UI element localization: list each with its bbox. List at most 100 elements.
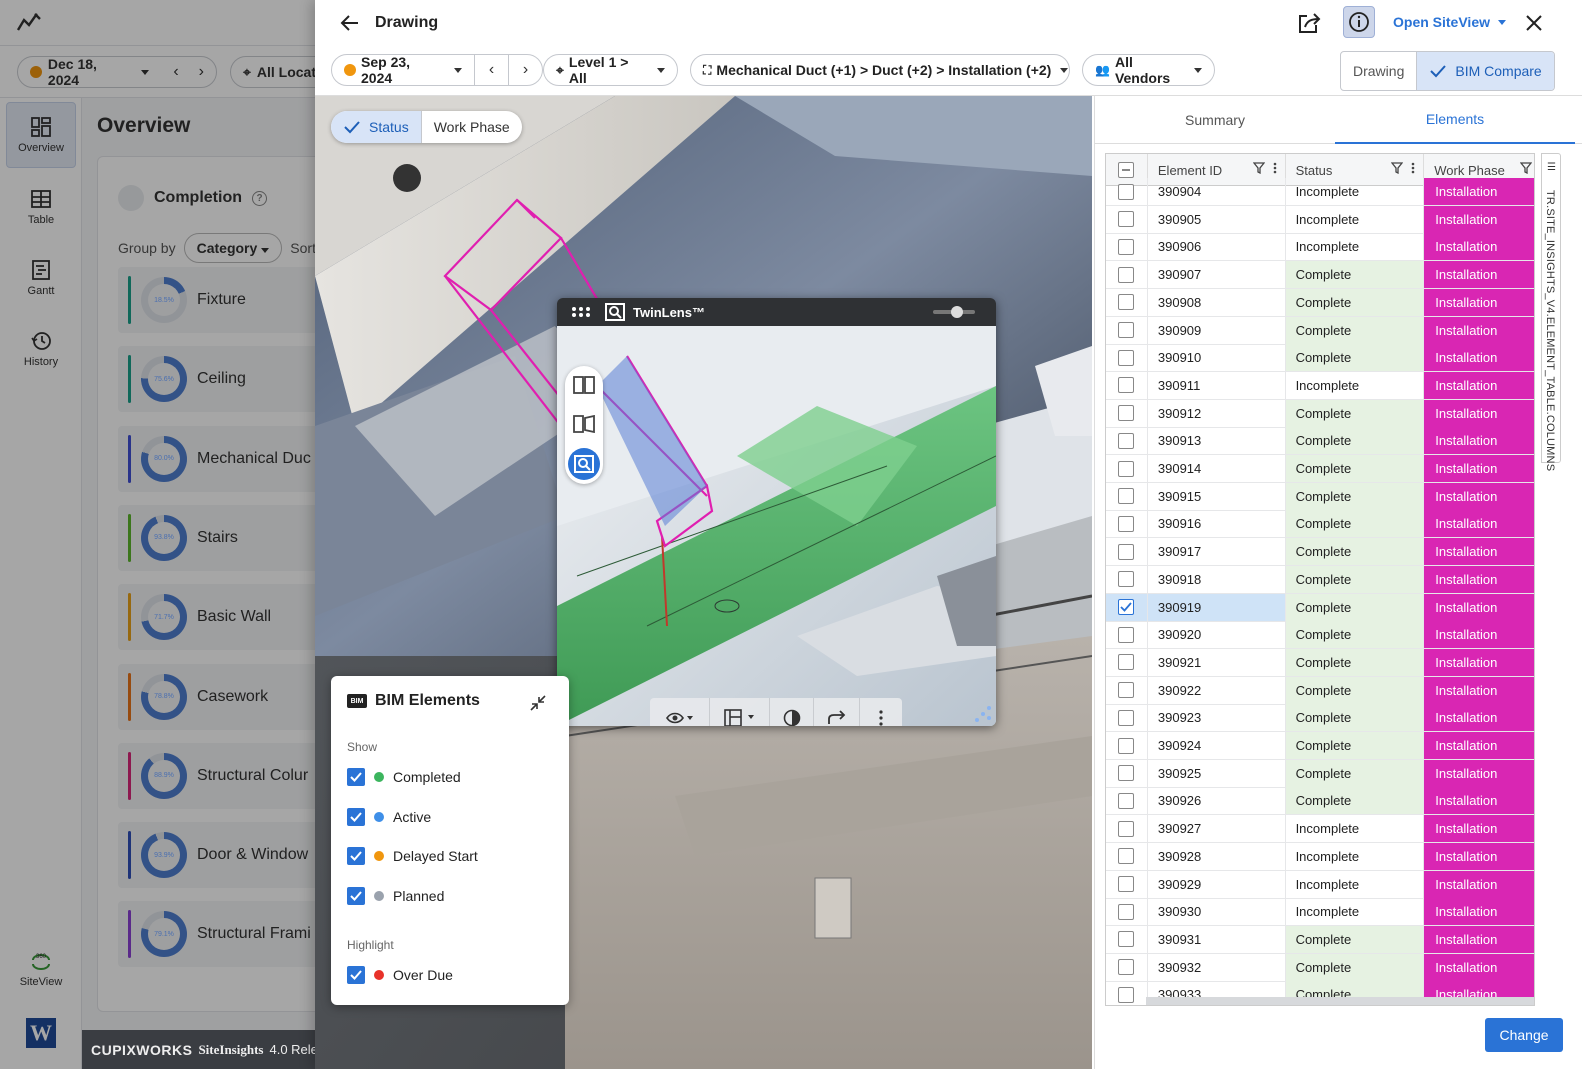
row-checkbox[interactable] xyxy=(1118,765,1135,782)
row-checkbox[interactable] xyxy=(1118,959,1135,976)
opacity-slider-handle[interactable] xyxy=(951,306,963,318)
mode-drawing[interactable]: Drawing xyxy=(1341,52,1416,90)
row-checkbox[interactable] xyxy=(1118,488,1135,505)
level-filter[interactable]: ⌖ Level 1 > All xyxy=(543,54,678,86)
table-row[interactable]: 390923 Complete Installation xyxy=(1106,704,1534,733)
table-row[interactable]: 390919 Complete Installation xyxy=(1106,593,1534,622)
table-row[interactable]: 390921 Complete Installation xyxy=(1106,648,1534,677)
row-checkbox[interactable] xyxy=(1118,654,1135,671)
table-row[interactable]: 390927 Incomplete Installation xyxy=(1106,815,1534,844)
table-row[interactable]: 390922 Complete Installation xyxy=(1106,676,1534,705)
row-checkbox[interactable] xyxy=(1118,405,1135,422)
table-row[interactable]: 390904 Incomplete Installation xyxy=(1106,178,1534,206)
row-checkbox[interactable] xyxy=(1118,543,1135,560)
horizontal-scrollbar[interactable] xyxy=(1146,997,1534,1005)
row-checkbox[interactable] xyxy=(1118,848,1135,865)
table-row[interactable]: 390928 Incomplete Installation xyxy=(1106,842,1534,871)
legend-checkbox[interactable] xyxy=(347,768,365,786)
legend-checkbox[interactable] xyxy=(347,807,365,826)
table-row[interactable]: 390917 Complete Installation xyxy=(1106,538,1534,567)
table-row[interactable]: 390908 Complete Installation xyxy=(1106,288,1534,317)
info-button[interactable] xyxy=(1343,6,1375,38)
table-row[interactable]: 390912 Complete Installation xyxy=(1106,399,1534,428)
filter-icon[interactable] xyxy=(1391,162,1404,174)
row-checkbox[interactable] xyxy=(1118,626,1135,643)
row-checkbox[interactable] xyxy=(1118,820,1135,837)
toggle-status[interactable]: Status xyxy=(331,111,422,143)
table-row[interactable]: 390920 Complete Installation xyxy=(1106,621,1534,650)
table-row[interactable]: 390905 Incomplete Installation xyxy=(1106,205,1534,234)
category-select[interactable]: ⛶ Mechanical Duct (+1) > Duct (+2) > Ins… xyxy=(691,55,1080,85)
row-checkbox[interactable] xyxy=(1118,432,1135,449)
select-all-checkbox[interactable] xyxy=(1118,162,1135,178)
change-button[interactable]: Change xyxy=(1485,1018,1563,1052)
row-checkbox[interactable] xyxy=(1118,986,1135,1003)
table-row[interactable]: 390909 Complete Installation xyxy=(1106,316,1534,345)
more-options-button[interactable] xyxy=(860,698,902,726)
photo-360-view[interactable]: Status Work Phase TwinLens™ BIM BIM Elem… xyxy=(315,96,1092,1069)
row-checkbox[interactable] xyxy=(1118,211,1135,228)
table-row[interactable]: 390906 Incomplete Installation xyxy=(1106,233,1534,262)
lens-view-button[interactable] xyxy=(568,448,600,480)
row-checkbox[interactable] xyxy=(1118,322,1135,338)
legend-item[interactable]: Active xyxy=(347,807,431,826)
level-select[interactable]: ⌖ Level 1 > All xyxy=(544,54,677,86)
tab-elements[interactable]: Elements xyxy=(1335,96,1575,144)
table-row[interactable]: 390925 Complete Installation xyxy=(1106,759,1534,788)
legend-item[interactable]: Delayed Start xyxy=(347,847,478,866)
visibility-button[interactable] xyxy=(650,698,710,726)
legend-item[interactable]: Planned xyxy=(347,887,444,906)
prev-date-button[interactable]: ‹ xyxy=(474,55,508,85)
legend-checkbox[interactable] xyxy=(347,847,365,866)
table-row[interactable]: 390918 Complete Installation xyxy=(1106,565,1534,594)
filter-icon[interactable] xyxy=(1519,162,1532,174)
twinlens-window[interactable]: TwinLens™ xyxy=(557,298,996,726)
toggle-work-phase[interactable]: Work Phase xyxy=(422,111,522,143)
row-checkbox[interactable] xyxy=(1118,266,1135,283)
legend-checkbox[interactable] xyxy=(347,966,365,984)
table-row[interactable]: 390910 Complete Installation xyxy=(1106,344,1534,373)
tab-summary[interactable]: Summary xyxy=(1095,96,1335,144)
legend-item[interactable]: Completed xyxy=(347,768,461,786)
twinlens-bim-view[interactable] xyxy=(557,326,996,726)
row-checkbox[interactable] xyxy=(1118,876,1135,892)
row-checkbox[interactable] xyxy=(1118,238,1135,255)
table-row[interactable]: 390914 Complete Installation xyxy=(1106,455,1534,483)
back-arrow-icon[interactable] xyxy=(339,12,361,34)
table-row[interactable]: 390931 Complete Installation xyxy=(1106,925,1534,954)
row-checkbox[interactable] xyxy=(1118,599,1135,615)
row-checkbox[interactable] xyxy=(1118,377,1135,394)
opacity-slider[interactable] xyxy=(933,306,975,318)
columns-side-tab[interactable]: ☰ TR.SITE_INSIGHTS_V4.ELEMENT_TABLE.COLU… xyxy=(1541,153,1561,471)
table-row[interactable]: 390932 Complete Installation xyxy=(1106,953,1534,982)
legend-item[interactable]: Over Due xyxy=(347,966,453,984)
table-row[interactable]: 390916 Complete Installation xyxy=(1106,510,1534,539)
date-select[interactable]: Sep 23, 2024 xyxy=(332,54,474,86)
date-filter[interactable]: Sep 23, 2024 ‹ › xyxy=(331,54,543,86)
row-checkbox[interactable] xyxy=(1118,349,1135,366)
table-row[interactable]: 390913 Complete Installation xyxy=(1106,427,1534,456)
table-row[interactable]: 390907 Complete Installation xyxy=(1106,261,1534,290)
filter-icon[interactable] xyxy=(1252,162,1265,174)
row-checkbox[interactable] xyxy=(1118,682,1135,699)
vendor-select[interactable]: 👥 All Vendors xyxy=(1083,54,1214,86)
table-row[interactable]: 390930 Incomplete Installation xyxy=(1106,898,1534,927)
row-checkbox[interactable] xyxy=(1118,931,1135,948)
share-export-icon[interactable] xyxy=(1297,11,1323,35)
table-row[interactable]: 390929 Incomplete Installation xyxy=(1106,870,1534,899)
legend-checkbox[interactable] xyxy=(347,887,365,906)
row-checkbox[interactable] xyxy=(1118,709,1135,726)
row-checkbox[interactable] xyxy=(1118,183,1135,200)
split-view-button[interactable] xyxy=(568,369,600,401)
open-siteview-button[interactable]: Open SiteView xyxy=(1393,14,1506,30)
row-checkbox[interactable] xyxy=(1118,294,1135,311)
row-checkbox[interactable] xyxy=(1118,571,1135,588)
category-filter[interactable]: ⛶ Mechanical Duct (+1) > Duct (+2) > Ins… xyxy=(690,54,1070,86)
more-vertical-icon[interactable] xyxy=(1411,162,1415,174)
next-date-button[interactable]: › xyxy=(508,55,542,85)
vendor-filter[interactable]: 👥 All Vendors xyxy=(1082,54,1215,86)
mode-bim-compare[interactable]: BIM Compare xyxy=(1416,52,1554,90)
section-button[interactable] xyxy=(710,698,770,726)
table-row[interactable]: 390911 Incomplete Installation xyxy=(1106,371,1534,400)
row-checkbox[interactable] xyxy=(1118,903,1135,920)
